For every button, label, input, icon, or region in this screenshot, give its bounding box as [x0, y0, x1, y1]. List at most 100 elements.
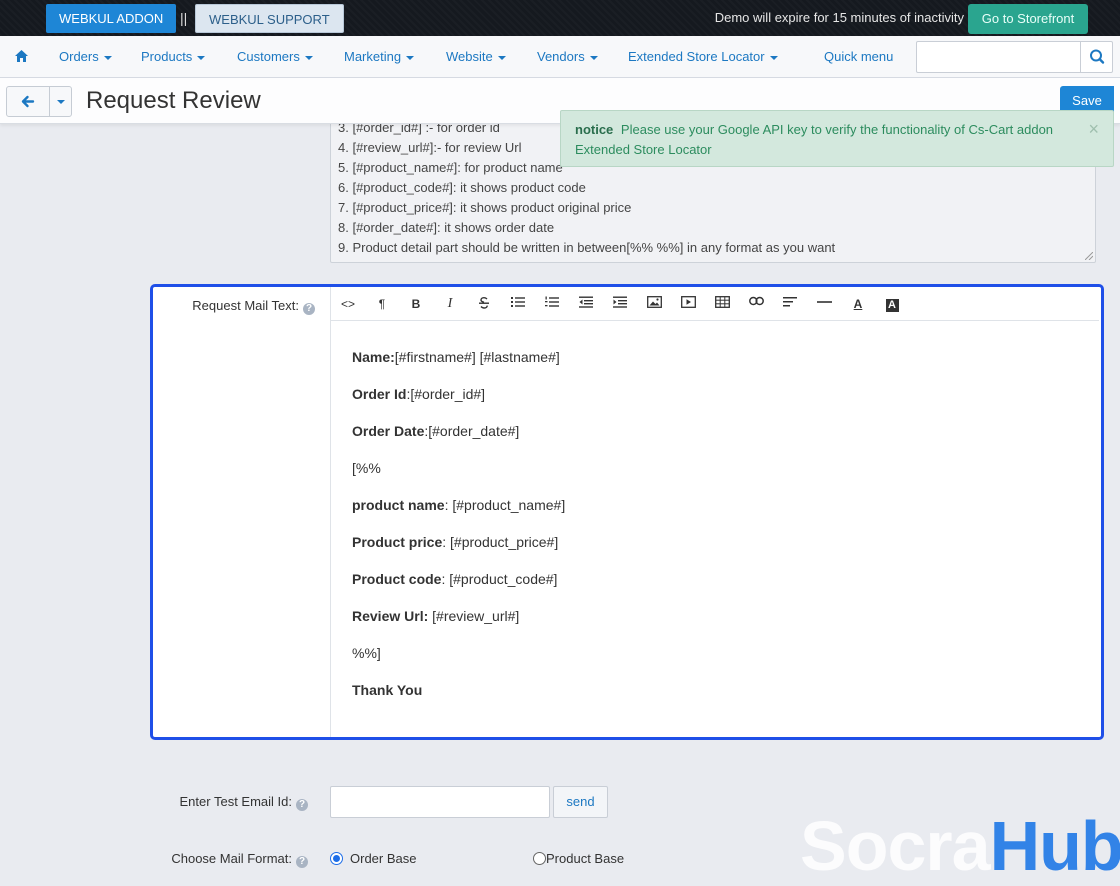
notice-alert: notice Please use your Google API key to… — [560, 110, 1114, 167]
content-line: %%] — [352, 645, 565, 682]
notice-message: Please use your Google API key to verify… — [575, 122, 1054, 157]
content-line: product name: [#product_name#] — [352, 497, 565, 534]
search-button[interactable] — [1080, 42, 1112, 72]
search-icon — [1090, 49, 1105, 64]
socrahub-watermark: SocraHub — [800, 806, 1120, 886]
background-color-icon[interactable]: A — [883, 296, 901, 312]
indent-icon[interactable] — [611, 296, 629, 312]
nav-website-label: Website — [446, 49, 493, 64]
font-color-icon[interactable]: A — [849, 296, 867, 312]
mail-format-label-text: Choose Mail Format: — [171, 851, 292, 866]
test-email-input[interactable] — [330, 786, 550, 818]
product-base-radio[interactable] — [533, 852, 546, 865]
rich-text-editor: <> ¶ B I A A Name:[#firstname#] [#lastna… — [330, 287, 1099, 737]
numbered-list-icon[interactable] — [543, 296, 561, 312]
outdent-icon[interactable] — [577, 296, 595, 312]
content-line: Product code: [#product_code#] — [352, 571, 565, 608]
content-line: Review Url: [#review_url#] — [352, 608, 565, 645]
notice-type: notice — [575, 122, 614, 137]
video-icon[interactable] — [679, 296, 697, 312]
go-to-storefront-button[interactable]: Go to Storefront — [968, 4, 1088, 34]
content-line-label: Review Url: — [352, 608, 429, 624]
image-icon[interactable] — [645, 296, 663, 312]
chevron-down-icon — [769, 55, 778, 60]
content-line-label: Name: — [352, 349, 395, 365]
watermark-part2: Hub — [989, 807, 1120, 885]
nav-products[interactable]: Products — [141, 36, 206, 78]
nav-marketing-label: Marketing — [344, 49, 402, 64]
content-line-value: :[#order_date#] — [424, 423, 520, 439]
nav-vendors-label: Vendors — [537, 49, 585, 64]
search-input[interactable] — [917, 42, 1081, 72]
demo-expire-notice: Demo will expire for 15 minutes of inact… — [714, 10, 964, 25]
strikethrough-icon[interactable] — [475, 296, 493, 312]
resize-grip-icon[interactable] — [1085, 252, 1093, 260]
test-email-label-text: Enter Test Email Id: — [179, 794, 292, 809]
bold-icon[interactable]: B — [407, 296, 425, 312]
help-icon[interactable]: ? — [296, 799, 308, 811]
top-bar: WEBKUL ADDON || WEBKUL SUPPORT Demo will… — [0, 0, 1120, 36]
test-email-label: Enter Test Email Id:? — [150, 794, 308, 811]
nav-extended-store-locator-label: Extended Store Locator — [628, 49, 765, 64]
back-dropdown-button[interactable] — [49, 87, 71, 116]
nav-extended-store-locator[interactable]: Extended Store Locator — [628, 36, 778, 78]
content-line: Order Date:[#order_date#] — [352, 423, 565, 460]
link-icon[interactable] — [747, 296, 765, 312]
back-button[interactable] — [7, 87, 49, 116]
instruction-line: 9. Product detail part should be written… — [338, 240, 836, 255]
background-color-glyph: A — [885, 299, 899, 312]
nav-customers-label: Customers — [237, 49, 300, 64]
editor-toolbar: <> ¶ B I A A — [331, 287, 1099, 321]
order-base-label[interactable]: Order Base — [350, 851, 416, 866]
send-button[interactable]: send — [553, 786, 608, 818]
home-icon[interactable] — [14, 49, 29, 64]
chevron-down-icon — [103, 55, 112, 60]
content-line: Product price: [#product_price#] — [352, 534, 565, 571]
content-line: Thank You — [352, 682, 565, 719]
table-icon[interactable] — [713, 296, 731, 312]
content-line: [%% — [352, 460, 565, 497]
instruction-line: 8. [#order_date#]: it shows order date — [338, 220, 555, 235]
content-line-label: Order Id — [352, 386, 407, 402]
quick-menu-link[interactable]: Quick menu — [824, 36, 893, 78]
paragraph-icon[interactable]: ¶ — [373, 296, 391, 312]
page-title: Request Review — [86, 87, 261, 114]
nav-marketing[interactable]: Marketing — [344, 36, 415, 78]
chevron-down-icon — [406, 55, 415, 60]
webkul-support-button[interactable]: WEBKUL SUPPORT — [195, 4, 344, 33]
chevron-down-icon — [57, 100, 65, 104]
content-line-value: %%] — [352, 645, 381, 661]
order-base-radio[interactable] — [330, 852, 343, 865]
webkul-addon-button[interactable]: WEBKUL ADDON — [46, 4, 177, 33]
close-icon[interactable]: × — [1088, 119, 1099, 139]
bullet-list-icon[interactable] — [509, 296, 527, 312]
instruction-line: 7. [#product_price#]: it shows product o… — [338, 200, 632, 215]
nav-orders[interactable]: Orders — [59, 36, 112, 78]
nav-website[interactable]: Website — [446, 36, 506, 78]
content-line: Order Id:[#order_id#] — [352, 386, 565, 423]
mail-format-label: Choose Mail Format:? — [150, 851, 308, 868]
chevron-down-icon — [304, 55, 313, 60]
request-mail-text-field: Request Mail Text:? <> ¶ B I A A Name:[#… — [150, 284, 1104, 740]
horizontal-rule-icon[interactable] — [815, 296, 833, 312]
nav-orders-label: Orders — [59, 49, 99, 64]
arrow-left-icon — [21, 95, 35, 108]
content-line-value: [#review_url#] — [428, 608, 520, 624]
nav-customers[interactable]: Customers — [237, 36, 313, 78]
watermark-part1: Socra — [800, 807, 991, 885]
align-left-icon[interactable] — [781, 296, 799, 312]
content-line: Name:[#firstname#] [#lastname#] — [352, 349, 565, 386]
help-icon[interactable]: ? — [296, 856, 308, 868]
main-nav: Orders Products Customers Marketing Webs… — [0, 36, 1120, 78]
nav-vendors[interactable]: Vendors — [537, 36, 598, 78]
content-line-label: Thank You — [352, 682, 423, 698]
nav-products-label: Products — [141, 49, 193, 64]
code-view-icon[interactable]: <> — [339, 296, 357, 312]
request-mail-text-label: Request Mail Text:? — [153, 298, 315, 315]
product-base-label[interactable]: Product Base — [546, 851, 624, 866]
content-line-value: : [#product_price#] — [442, 534, 559, 550]
editor-content[interactable]: Name:[#firstname#] [#lastname#] Order Id… — [352, 349, 565, 719]
help-icon[interactable]: ? — [303, 303, 315, 315]
content-line-label: Product price — [352, 534, 443, 550]
italic-icon[interactable]: I — [441, 296, 459, 312]
